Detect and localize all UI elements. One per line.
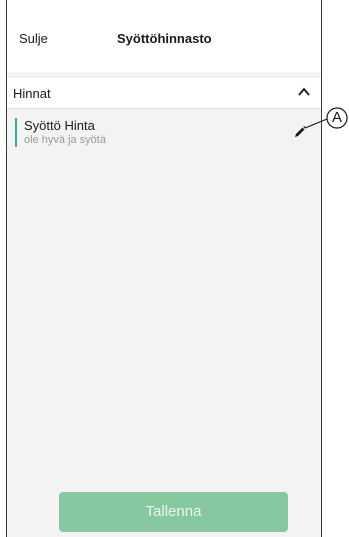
save-button[interactable]: Tallenna (59, 492, 288, 532)
close-button[interactable]: Sulje (19, 31, 48, 46)
section-title: Hinnat (13, 86, 51, 101)
chevron-up-icon[interactable] (297, 85, 311, 99)
page-title: Syöttöhinnasto (117, 31, 212, 46)
pencil-icon[interactable] (293, 125, 307, 139)
item-subtitle: ole hyvä ja syötä (24, 134, 106, 146)
item-title: Syöttö Hinta (24, 118, 95, 133)
accent-bar (15, 118, 17, 147)
list-item-feed-price[interactable]: Syöttö Hinta ole hyvä ja syötä (7, 109, 321, 153)
header: Sulje Syöttöhinnasto (7, 0, 321, 72)
phone-frame: Sulje Syöttöhinnasto Hinnat Syöttö Hinta… (6, 0, 322, 537)
callout-label: A (331, 109, 342, 126)
section-header-prices[interactable]: Hinnat (7, 78, 321, 109)
